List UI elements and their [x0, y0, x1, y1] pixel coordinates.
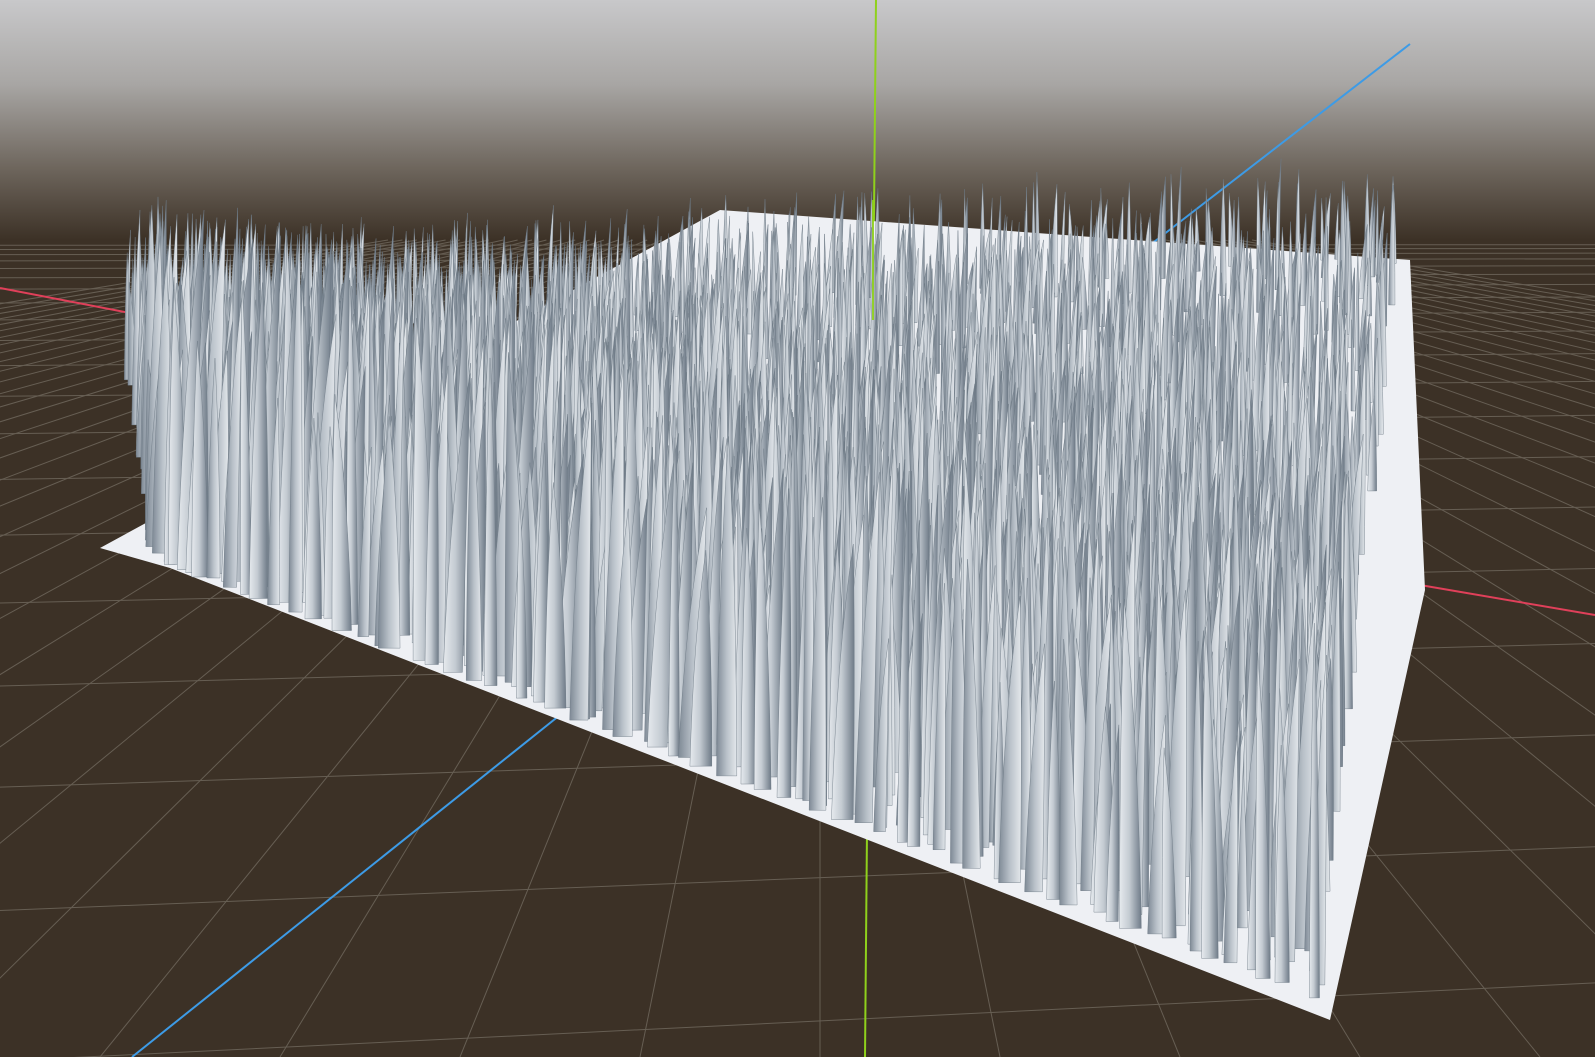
3d-viewport[interactable]	[0, 0, 1595, 1057]
viewport-scene[interactable]	[0, 0, 1595, 1057]
sky-gradient	[0, 0, 1595, 240]
